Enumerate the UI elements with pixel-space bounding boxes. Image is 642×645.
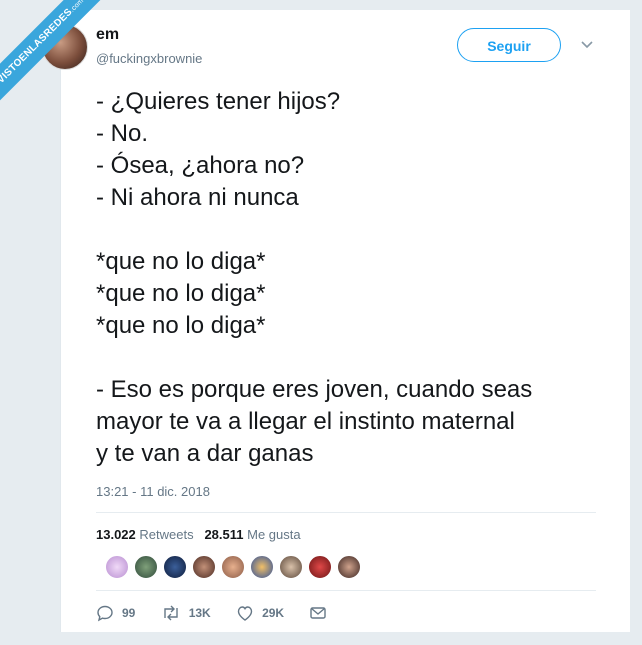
retweet-action-count: 13K (188, 606, 211, 620)
like-stat[interactable]: 28.511 Me gusta (204, 527, 300, 542)
liker-avatar[interactable] (163, 555, 187, 579)
liker-avatar[interactable] (134, 555, 158, 579)
reply-button[interactable]: 99 (96, 604, 135, 622)
user-name[interactable]: em (96, 26, 119, 44)
chevron-down-icon[interactable] (580, 38, 594, 52)
liker-avatars (105, 555, 366, 581)
user-handle[interactable]: @fuckingxbrownie (96, 51, 202, 66)
tweet-text: - ¿Quieres tener hijos? - No. - Ósea, ¿a… (96, 88, 533, 467)
envelope-icon (310, 607, 327, 619)
follow-button[interactable]: Seguir (457, 28, 561, 62)
liker-avatar[interactable] (221, 555, 245, 579)
watermark-suffix: .com (68, 0, 86, 14)
like-count: 28.511 (204, 527, 244, 542)
like-action-count: 29K (262, 606, 285, 620)
liker-avatar[interactable] (308, 555, 332, 579)
divider (96, 512, 596, 513)
action-bar: 99 13K 29K (96, 604, 357, 622)
reply-icon (97, 605, 113, 622)
reply-count: 99 (122, 606, 136, 620)
direct-message-button[interactable] (309, 605, 335, 621)
liker-avatar[interactable] (337, 555, 361, 579)
like-button[interactable]: 29K (236, 604, 284, 622)
heart-icon (237, 606, 253, 621)
retweet-label: Retweets (139, 527, 194, 542)
retweet-icon (164, 605, 178, 621)
liker-avatar[interactable] (250, 555, 274, 579)
retweet-count: 13.022 (96, 527, 136, 542)
tweet-timestamp[interactable]: 13:21 - 11 dic. 2018 (96, 484, 210, 499)
retweet-button[interactable]: 13K (161, 604, 211, 622)
liker-avatar[interactable] (105, 555, 129, 579)
liker-avatar[interactable] (192, 555, 216, 579)
like-label: Me gusta (247, 527, 301, 542)
retweet-stat[interactable]: 13.022 Retweets (96, 527, 194, 542)
liker-avatar[interactable] (279, 555, 303, 579)
divider (96, 590, 596, 591)
engagement-stats: 13.022 Retweets 28.511 Me gusta (96, 527, 301, 542)
